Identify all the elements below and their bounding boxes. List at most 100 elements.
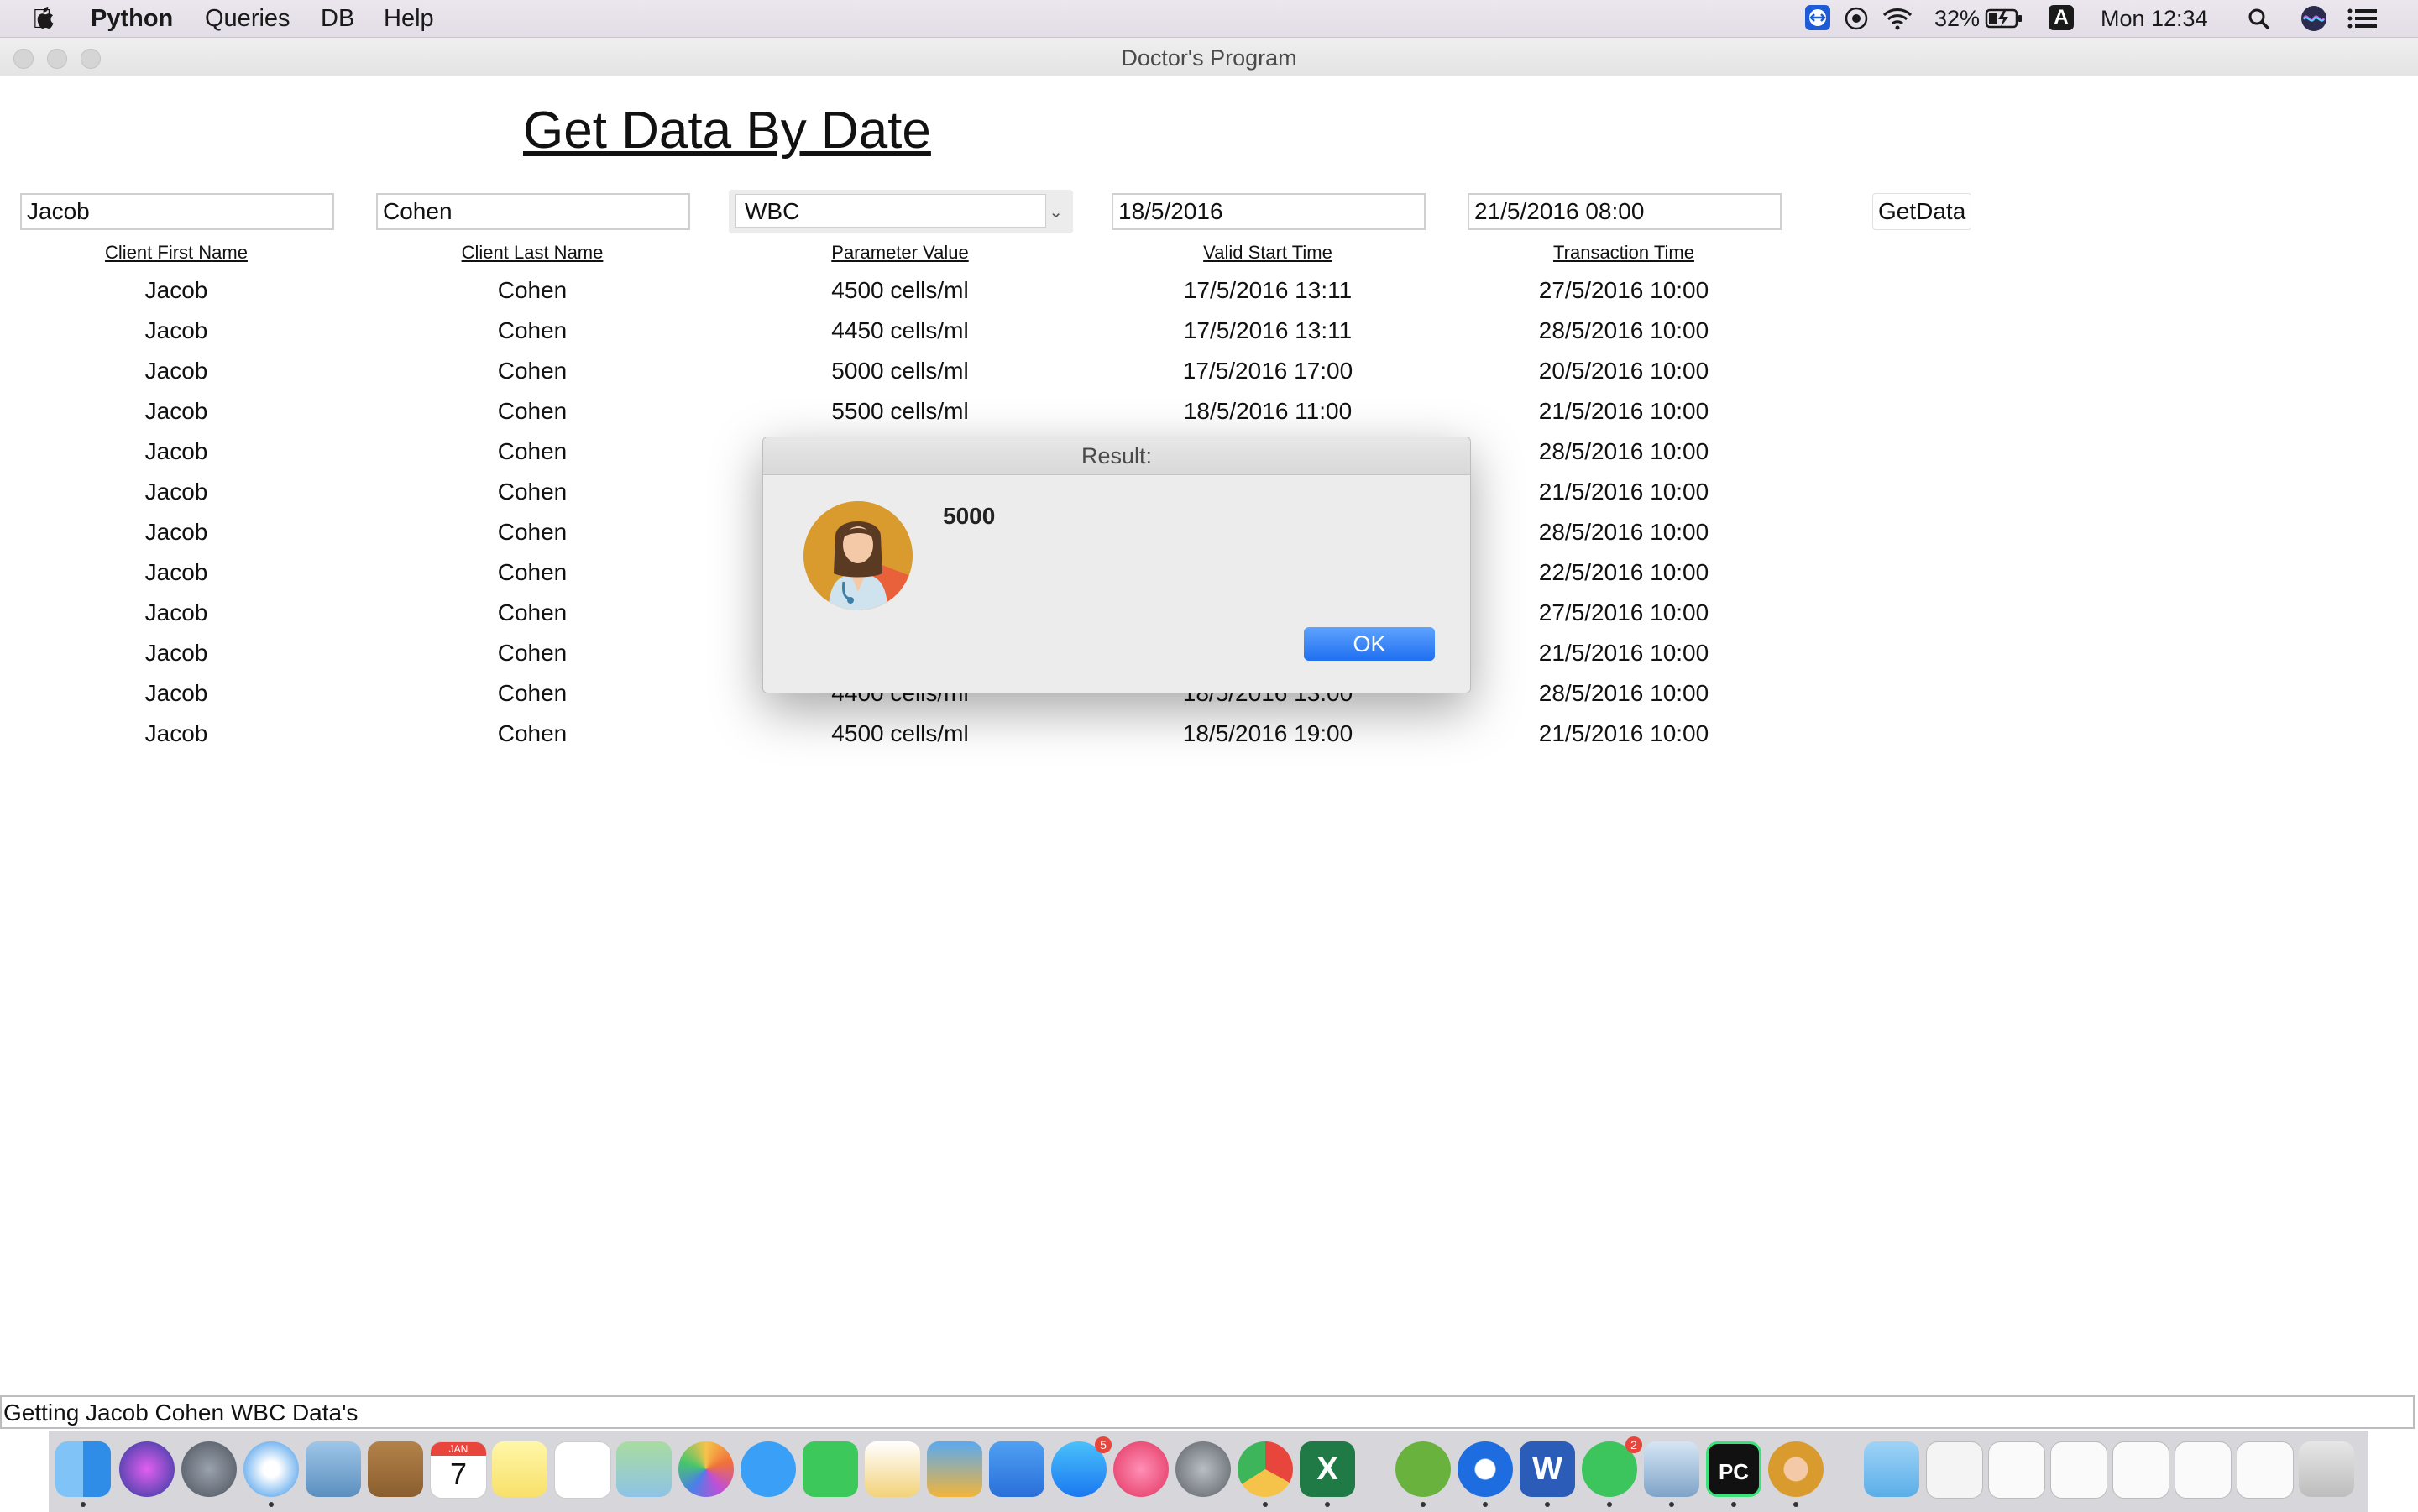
cell-last-name: Cohen (497, 599, 568, 625)
minimized-window-4[interactable] (2175, 1441, 2232, 1499)
column-header-first-name: Client First Name (105, 242, 248, 263)
cell-last-name: Cohen (497, 317, 568, 343)
cell-first-name: Jacob (144, 680, 208, 706)
menu-app-name[interactable]: Python (91, 5, 173, 33)
launchpad-icon[interactable] (181, 1441, 237, 1497)
mail-icon[interactable] (306, 1441, 361, 1497)
cell-valid-start-time: 17/5/2016 17:00 (1182, 358, 1353, 384)
siri-dock-icon[interactable] (119, 1441, 175, 1497)
cell-transaction-time: 21/5/2016 10:00 (1538, 398, 1709, 424)
facetime-icon[interactable] (803, 1441, 858, 1497)
finder-icon[interactable] (55, 1441, 111, 1497)
cell-valid-start-time: 17/5/2016 13:11 (1183, 277, 1353, 303)
python-app-icon[interactable] (1768, 1441, 1824, 1497)
apple-logo-icon[interactable] (30, 5, 55, 32)
cell-transaction-time: 28/5/2016 10:00 (1538, 519, 1709, 545)
column-header-parameter-value: Parameter Value (831, 242, 969, 263)
whatsapp-badge: 2 (1625, 1436, 1642, 1453)
minimized-window-5[interactable] (2237, 1441, 2294, 1499)
cell-first-name: Jacob (144, 559, 208, 585)
valid-date-input[interactable] (1112, 193, 1426, 230)
excel-icon[interactable]: X (1300, 1441, 1355, 1497)
trash-icon[interactable] (2299, 1441, 2354, 1497)
status-bar: Getting Jacob Cohen WBC Data's (0, 1395, 2415, 1429)
cell-last-name: Cohen (497, 519, 568, 545)
cell-parameter-value: 5000 cells/ml (831, 358, 969, 384)
siri-icon[interactable] (2300, 5, 2327, 32)
messages-icon[interactable] (741, 1441, 796, 1497)
cell-valid-start-time: 18/5/2016 19:00 (1182, 720, 1353, 746)
cell-last-name: Cohen (497, 559, 568, 585)
app-store-badge: 5 (1095, 1436, 1112, 1453)
cell-last-name: Cohen (497, 479, 568, 505)
pages-icon[interactable] (865, 1441, 920, 1497)
preview-icon[interactable] (1644, 1441, 1699, 1497)
cell-transaction-time: 21/5/2016 10:00 (1538, 720, 1709, 746)
cell-first-name: Jacob (144, 317, 208, 343)
utorrent-icon[interactable] (1395, 1441, 1451, 1497)
column-header-transaction-time: Transaction Time (1553, 242, 1694, 263)
contacts-icon[interactable] (368, 1441, 423, 1497)
notification-center-icon[interactable] (2347, 8, 2378, 29)
word-icon[interactable]: W (1520, 1441, 1575, 1497)
cell-first-name: Jacob (144, 479, 208, 505)
chrome-icon[interactable] (1238, 1441, 1293, 1497)
document-stack-icon[interactable] (1926, 1441, 1983, 1499)
cell-first-name: Jacob (144, 599, 208, 625)
whatsapp-icon[interactable]: 2 (1582, 1436, 1642, 1497)
last-name-input[interactable] (376, 193, 690, 230)
numbers-icon[interactable] (927, 1441, 982, 1497)
cell-parameter-value: 5500 cells/ml (831, 398, 969, 424)
cell-transaction-time: 22/5/2016 10:00 (1538, 559, 1709, 585)
input-source-icon[interactable]: A (2049, 5, 2074, 30)
pycharm-icon[interactable]: PC (1706, 1441, 1761, 1497)
cell-first-name: Jacob (144, 358, 208, 384)
keynote-icon[interactable] (989, 1441, 1044, 1497)
cell-parameter-value: 4500 cells/ml (831, 720, 969, 746)
ok-button[interactable]: OK (1304, 627, 1435, 661)
minimized-window-1[interactable] (1988, 1441, 2045, 1499)
photos-icon[interactable] (678, 1441, 734, 1497)
minimized-window-2[interactable] (2050, 1441, 2107, 1499)
doctor-avatar-icon (803, 501, 913, 610)
first-name-input[interactable] (20, 193, 334, 230)
teamviewer-status-icon[interactable] (1805, 5, 1830, 30)
notes-icon[interactable] (492, 1441, 547, 1497)
downloads-folder-icon[interactable] (1864, 1441, 1919, 1497)
reminders-icon[interactable] (554, 1441, 611, 1499)
spotlight-search-icon[interactable] (2247, 7, 2272, 32)
menu-bar:  Python Queries DB Help 32% A Mon 12:34 (0, 0, 2418, 38)
minimized-window-3[interactable] (2112, 1441, 2169, 1499)
cell-transaction-time: 27/5/2016 10:00 (1538, 277, 1709, 303)
parameter-select[interactable]: WBC ⌄ (729, 190, 1073, 233)
cell-parameter-value: 4450 cells/ml (831, 317, 969, 343)
menu-clock[interactable]: Mon 12:34 (2101, 6, 2208, 32)
menu-queries[interactable]: Queries (205, 5, 290, 33)
system-preferences-icon[interactable] (1175, 1441, 1231, 1497)
cell-valid-start-time: 18/5/2016 11:00 (1183, 398, 1353, 424)
menu-db[interactable]: DB (321, 5, 354, 33)
cell-last-name: Cohen (497, 680, 568, 706)
column-header-last-name: Client Last Name (461, 242, 604, 263)
battery-charging-icon[interactable] (1985, 8, 2023, 29)
cell-transaction-time: 21/5/2016 10:00 (1538, 640, 1709, 666)
get-data-button[interactable]: GetData (1872, 193, 1972, 230)
maps-icon[interactable] (616, 1441, 672, 1497)
calendar-icon[interactable]: JAN 7 (430, 1441, 487, 1499)
dialog-message: 5000 (943, 503, 996, 529)
itunes-icon[interactable] (1113, 1441, 1169, 1497)
transaction-time-input[interactable] (1468, 193, 1782, 230)
cell-last-name: Cohen (497, 640, 568, 666)
cell-transaction-time: 28/5/2016 10:00 (1538, 317, 1709, 343)
menu-help[interactable]: Help (384, 5, 434, 33)
app-store-icon[interactable]: 5 (1051, 1436, 1112, 1497)
calendar-day: 7 (449, 1457, 468, 1491)
chevron-down-icon: ⌄ (1049, 203, 1063, 222)
eye-status-icon[interactable] (1844, 6, 1869, 31)
safari-icon[interactable] (243, 1441, 299, 1497)
dialog-title: Result: (763, 437, 1470, 475)
window-title: Doctor's Program (1121, 45, 1297, 71)
cell-last-name: Cohen (497, 720, 568, 746)
wifi-icon[interactable] (1881, 6, 1914, 31)
teamviewer-dock-icon[interactable] (1458, 1441, 1513, 1497)
